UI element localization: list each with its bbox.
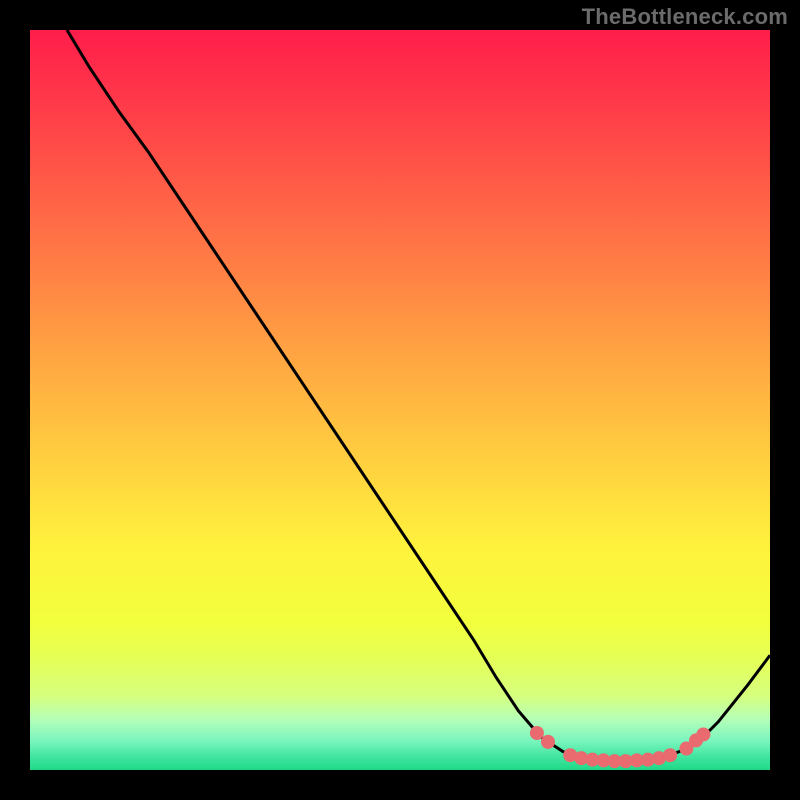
data-point xyxy=(663,748,677,762)
data-point xyxy=(696,727,710,741)
chart-container: TheBottleneck.com xyxy=(0,0,800,800)
attribution-label: TheBottleneck.com xyxy=(582,4,788,30)
plot-area xyxy=(30,30,770,770)
chart-svg xyxy=(30,30,770,770)
data-point xyxy=(541,735,555,749)
data-point xyxy=(530,726,544,740)
